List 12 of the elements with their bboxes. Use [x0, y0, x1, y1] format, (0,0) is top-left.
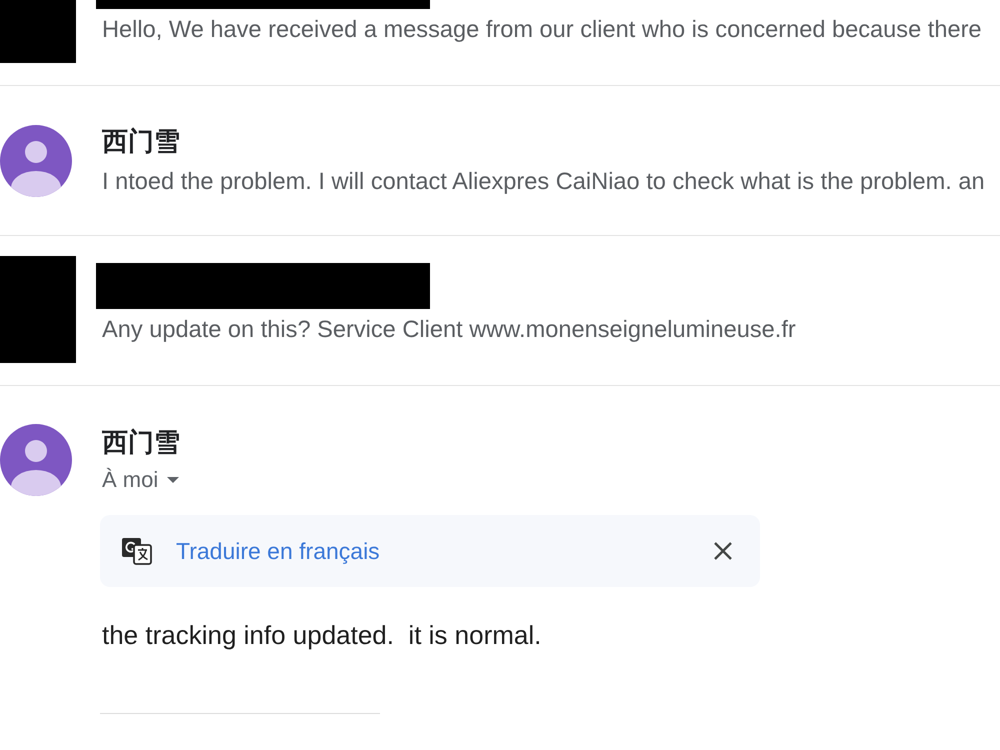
- message-snippet: Hello, We have received a message from our client who is concerned because there: [102, 16, 982, 45]
- translate-link[interactable]: Traduire en français: [176, 538, 380, 564]
- sender-name: 西门雪: [102, 124, 180, 156]
- close-button[interactable]: [713, 541, 733, 561]
- caret-icon: [167, 477, 180, 483]
- message-snippet: Any update on this? Service Client www.monenseignelumineuse.fr: [102, 316, 796, 345]
- translate-icon: [122, 537, 152, 565]
- close-icon: [713, 541, 733, 561]
- sender-name: 西门雪: [102, 426, 180, 458]
- message-snippet: I ntoed the problem. I will contact Aliexpres CaiNiao to check what is the problem. an: [102, 168, 985, 196]
- message-body: the tracking info updated. it is normal.: [102, 619, 542, 651]
- recipient-dropdown[interactable]: À moi: [102, 467, 180, 493]
